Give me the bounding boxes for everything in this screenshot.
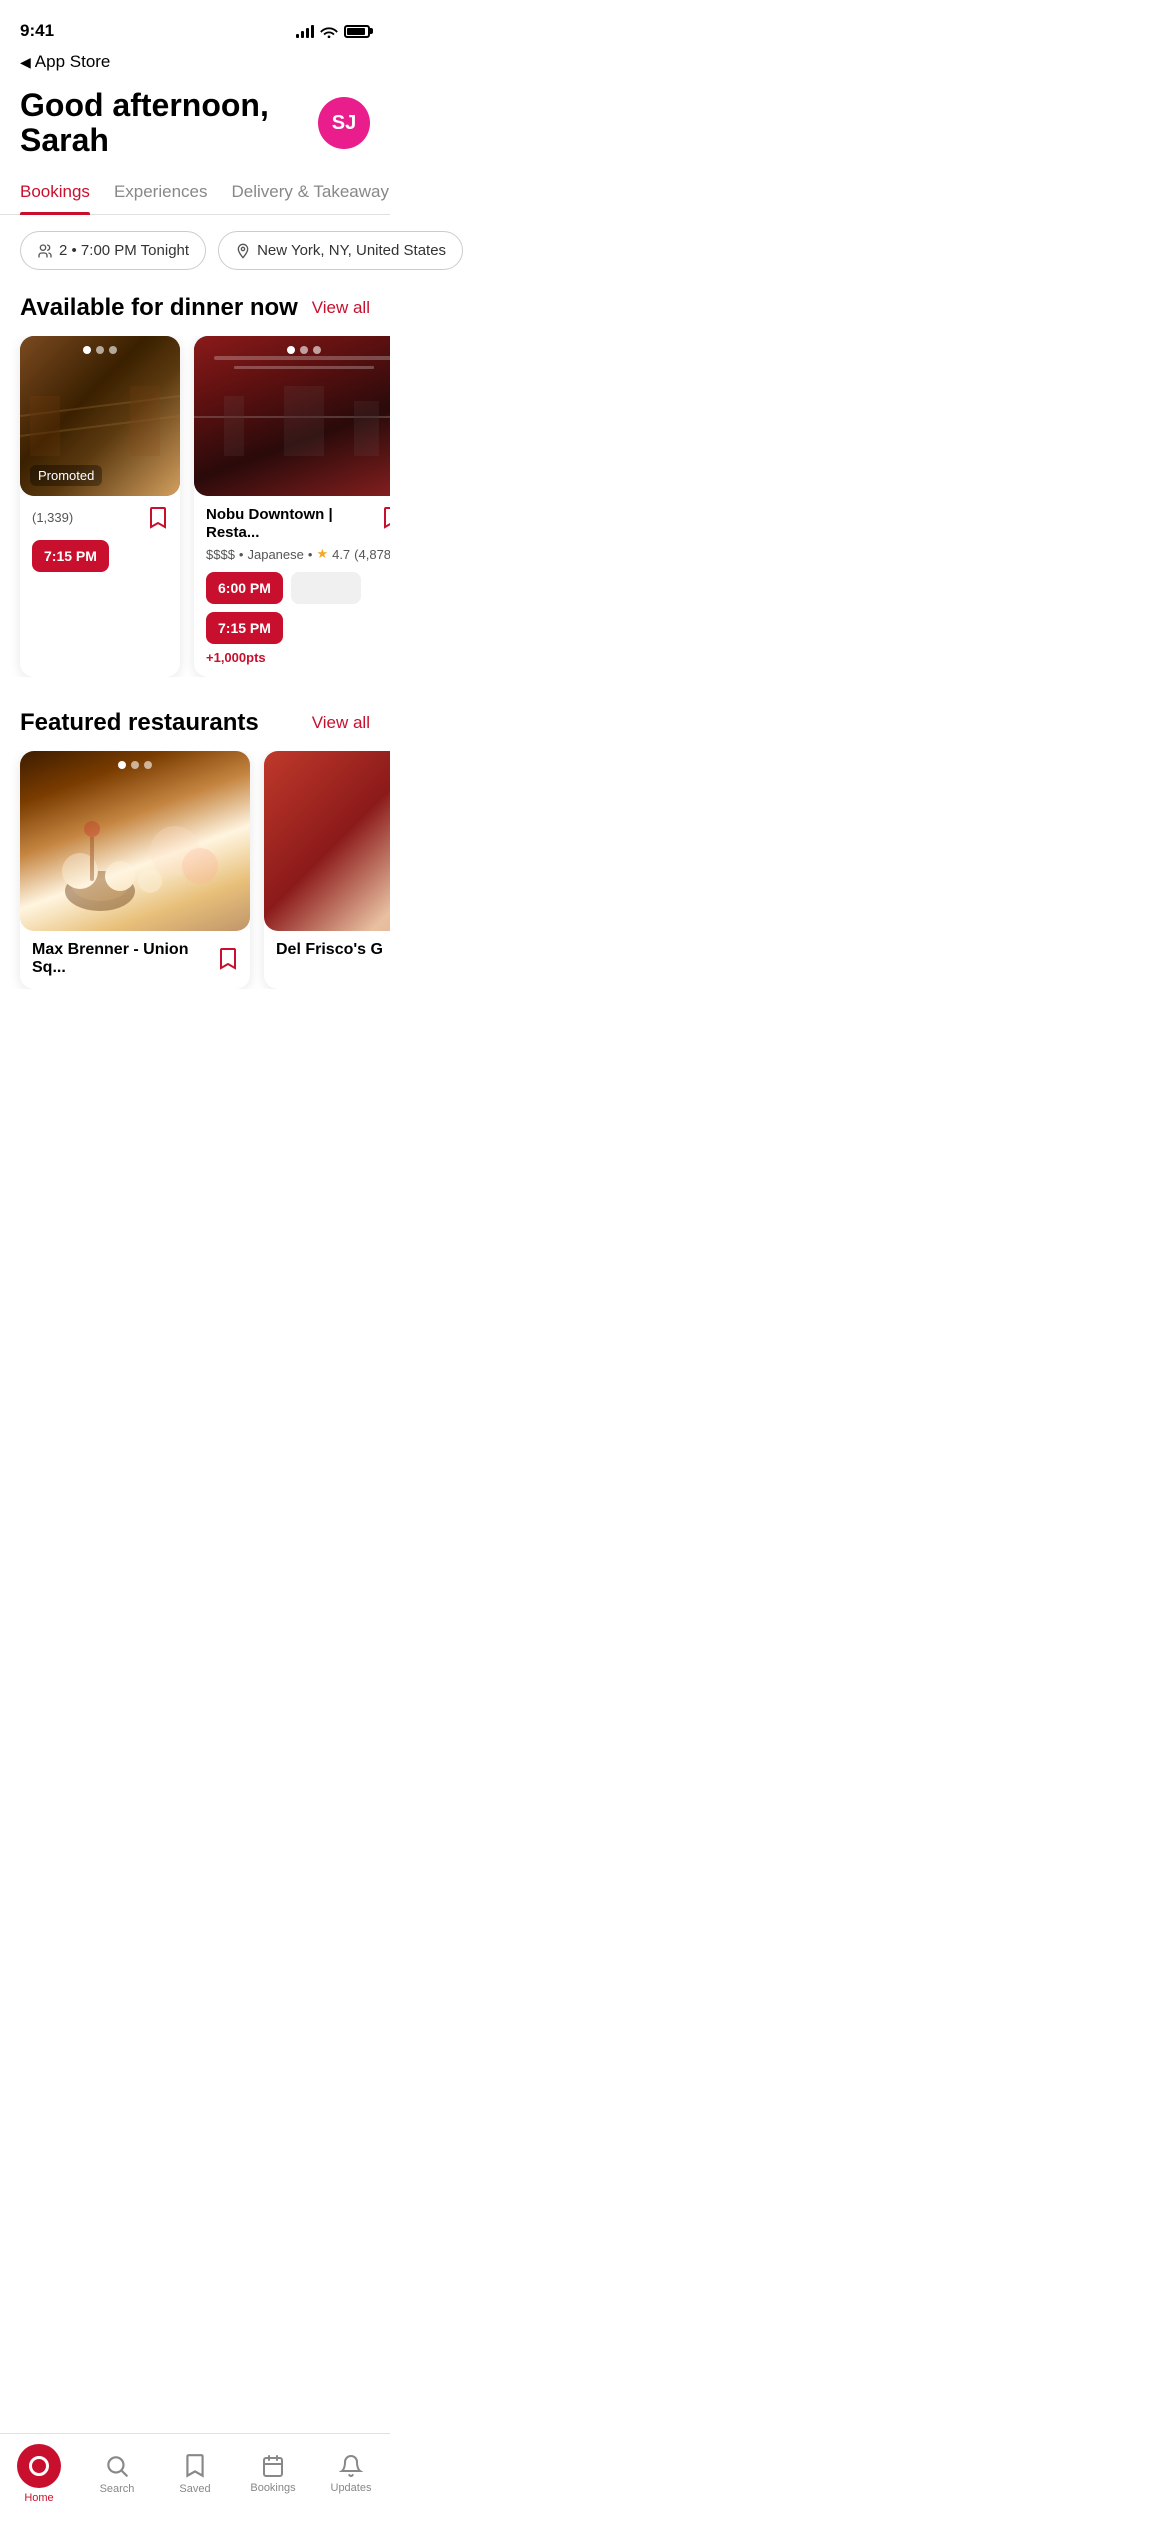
nav-item-search[interactable]: Search: [78, 2453, 156, 2495]
delfriscos-image: [264, 751, 390, 931]
nav-item-saved[interactable]: Saved: [156, 2453, 234, 2495]
time-button-715b[interactable]: 7:15 PM: [206, 612, 283, 644]
maxbrenner-name-row: Max Brenner - Union Sq...: [20, 931, 250, 989]
promoted-card-image: Promoted: [20, 336, 180, 496]
home-dot: [17, 2444, 61, 2488]
maxbrenner-name: Max Brenner - Union Sq...: [32, 941, 212, 977]
nav-back[interactable]: ◀ App Store: [0, 48, 390, 80]
time-button-600[interactable]: 6:00 PM: [206, 572, 283, 604]
available-view-all[interactable]: View all: [312, 298, 370, 318]
header: Good afternoon, Sarah SJ: [0, 80, 390, 174]
restaurant-card-promoted[interactable]: Promoted (1,339) 7:15 PM: [20, 336, 180, 677]
promoted-times: 7:15 PM: [32, 540, 168, 572]
status-time: 9:41: [20, 21, 54, 41]
bell-icon: [339, 2454, 363, 2478]
nav-label-saved: Saved: [179, 2483, 210, 2495]
location-filter[interactable]: New York, NY, United States: [218, 231, 463, 270]
nobu-points: +1,000pts: [206, 650, 390, 665]
available-section-header: Available for dinner now View all: [0, 286, 390, 336]
nav-item-updates[interactable]: Updates: [312, 2454, 390, 2494]
promoted-badge: Promoted: [30, 465, 102, 486]
nobu-bookmark-icon[interactable]: [382, 506, 390, 530]
time-button-empty[interactable]: [291, 572, 361, 604]
nobu-price: $$$$: [206, 547, 235, 562]
nav-label-search: Search: [100, 2483, 135, 2495]
signal-icon: [296, 24, 314, 38]
nav-label-bookings: Bookings: [250, 2482, 295, 2494]
nav-item-home[interactable]: Home: [0, 2444, 78, 2504]
avatar[interactable]: SJ: [318, 97, 370, 149]
status-icons: [296, 24, 370, 38]
nobu-card-body: Nobu Downtown | Resta... $$$$ • Japanese…: [194, 496, 390, 677]
nobu-reviews: (4,878): [354, 547, 390, 562]
featured-cards-scroll: Max Brenner - Union Sq... Del Frisco's G: [0, 751, 390, 989]
nobu-cuisine: Japanese: [247, 547, 303, 562]
featured-card-delfriscos[interactable]: Del Frisco's G: [264, 751, 390, 989]
calendar-icon: [261, 2454, 285, 2478]
guests-icon: [37, 243, 53, 259]
bottom-nav: Home Search Saved Bookings Updates: [0, 2433, 390, 2532]
maxbrenner-image: [20, 751, 250, 931]
tab-delivery[interactable]: Delivery & Takeaway: [232, 174, 389, 214]
back-arrow-icon: ◀: [20, 54, 31, 71]
guests-label: 2 • 7:00 PM Tonight: [59, 242, 189, 259]
featured-section: Featured restaurants View all: [0, 701, 390, 989]
nobu-card-dots: [287, 346, 321, 354]
delfriscos-name-row: Del Frisco's G: [264, 931, 390, 971]
restaurant-cards-scroll: Promoted (1,339) 7:15 PM: [0, 336, 390, 677]
location-icon: [235, 243, 251, 259]
promoted-review-count: (1,339): [32, 510, 73, 525]
tab-experiences[interactable]: Experiences: [114, 174, 208, 214]
avatar-initials: SJ: [332, 112, 356, 135]
nobu-card-name: Nobu Downtown | Resta...: [206, 506, 376, 542]
promoted-card-body: (1,339) 7:15 PM: [20, 496, 180, 584]
featured-section-title: Featured restaurants: [20, 709, 259, 737]
maxbrenner-dots: [118, 761, 152, 769]
battery-icon: [344, 25, 370, 38]
nav-label-updates: Updates: [331, 2482, 372, 2494]
nobu-meta: $$$$ • Japanese • ★ 4.7 (4,878): [206, 546, 390, 562]
wifi-icon: [320, 24, 338, 38]
home-dot-inner: [29, 2456, 49, 2476]
featured-card-maxbrenner[interactable]: Max Brenner - Union Sq...: [20, 751, 250, 989]
nobu-rating: 4.7: [332, 547, 350, 562]
search-icon: [104, 2453, 130, 2479]
time-button-715[interactable]: 7:15 PM: [32, 540, 109, 572]
status-bar: 9:41: [0, 0, 390, 48]
main-tabs: Bookings Experiences Delivery & Takeaway: [0, 174, 390, 215]
featured-view-all[interactable]: View all: [312, 713, 370, 733]
greeting-text: Good afternoon, Sarah: [20, 88, 318, 158]
delfriscos-name: Del Frisco's G: [276, 941, 390, 959]
maxbrenner-bookmark-icon[interactable]: [218, 947, 238, 971]
saved-icon: [184, 2453, 206, 2479]
nav-back-label: App Store: [35, 52, 111, 72]
featured-section-header: Featured restaurants View all: [0, 701, 390, 751]
nobu-times: 6:00 PM 7:15 PM: [206, 572, 390, 644]
star-icon: ★: [316, 546, 328, 562]
available-section-title: Available for dinner now: [20, 294, 298, 322]
nav-item-bookings[interactable]: Bookings: [234, 2454, 312, 2494]
filter-row: 2 • 7:00 PM Tonight New York, NY, United…: [0, 215, 390, 286]
restaurant-card-nobu[interactable]: Nobu Downtown | Resta... $$$$ • Japanese…: [194, 336, 390, 677]
location-label: New York, NY, United States: [257, 242, 446, 259]
nav-label-home: Home: [24, 2492, 53, 2504]
tab-bookings[interactable]: Bookings: [20, 174, 90, 214]
bookmark-icon[interactable]: [148, 506, 168, 530]
nobu-card-image: [194, 336, 390, 496]
guests-filter[interactable]: 2 • 7:00 PM Tonight: [20, 231, 206, 270]
card-dots: [83, 346, 117, 354]
